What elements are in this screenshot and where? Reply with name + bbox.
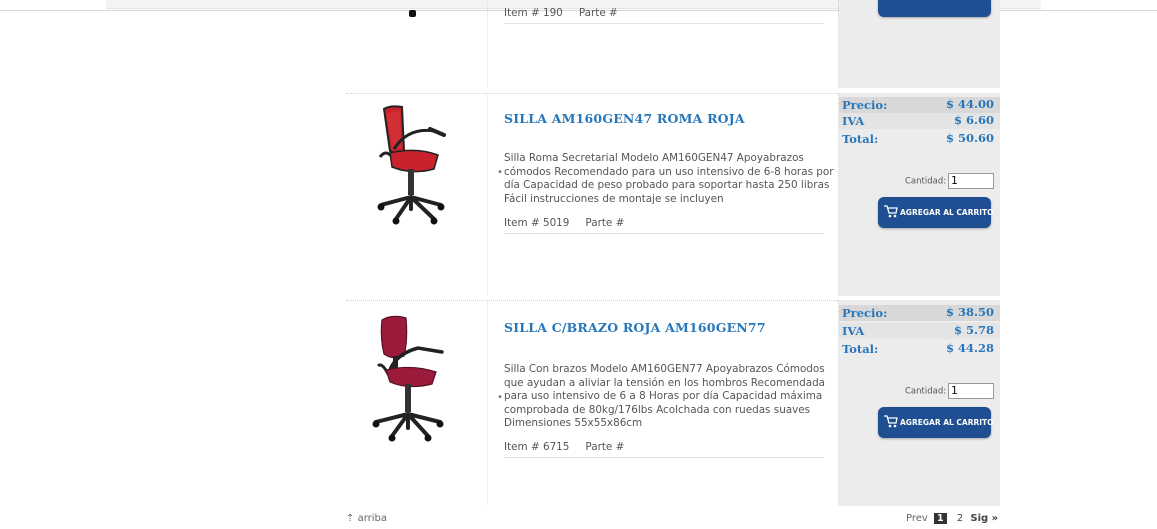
total-row: Total: $ 44.28 xyxy=(839,341,1000,357)
product-description: • Silla Roma Secretarial Modelo AM160GEN… xyxy=(497,152,834,206)
price-label: Precio: xyxy=(842,306,888,320)
add-to-cart-button[interactable] xyxy=(878,0,991,17)
prev-page-link[interactable]: Prev xyxy=(906,513,928,524)
iva-label: IVA xyxy=(842,324,865,338)
column-divider xyxy=(487,300,488,506)
item-number: Item # 190 xyxy=(504,7,563,19)
iva-value: $ 5.78 xyxy=(953,323,994,337)
item-meta: Item # 190 Parte # xyxy=(504,7,824,24)
item-number: Item # 5019 xyxy=(504,217,570,229)
quantity-input[interactable] xyxy=(948,173,995,189)
office-chair-image-maroon xyxy=(372,315,444,442)
page-2-link[interactable]: 2 xyxy=(957,513,963,524)
product-title[interactable]: SILLA C/BRAZO ROJA AM160GEN77 xyxy=(504,320,766,335)
price-panel: Precio: $ 44.00 IVA $ 6.60 Total: $ 50.6… xyxy=(839,93,1000,296)
iva-row: IVA $ 5.78 xyxy=(839,323,1000,339)
price-value: $ 38.50 xyxy=(945,305,994,319)
add-to-cart-label: AGREGAR AL CARRITO xyxy=(900,418,994,427)
iva-value: $ 6.60 xyxy=(953,113,994,127)
product-row-am160gen47: SILLA AM160GEN47 ROMA ROJA • Silla Roma … xyxy=(346,93,1000,296)
product-description: • Silla Con brazos Modelo AM160GEN77 Apo… xyxy=(497,363,826,431)
desc-line: Dimensiones 55x55x86cm xyxy=(504,417,643,430)
quantity-label: Cantidad: xyxy=(905,386,947,397)
price-row: Precio: $ 38.50 xyxy=(839,305,1000,321)
add-to-cart-button[interactable]: AGREGAR AL CARRITO xyxy=(878,407,994,438)
quantity-group: Cantidad: xyxy=(905,173,995,189)
item-meta: Item # 6715 Parte # xyxy=(504,441,824,458)
product-image[interactable] xyxy=(346,300,487,506)
desc-line: comprobada de 80kg/176lbs Acolchada con … xyxy=(504,403,811,416)
bullet: • xyxy=(497,167,503,178)
desc-line: día Capacidad de peso probado para sopor… xyxy=(504,179,830,192)
price-row: Precio: $ 44.00 xyxy=(839,97,1000,113)
add-to-cart-button[interactable]: AGREGAR AL CARRITO xyxy=(878,197,994,228)
quantity-group: Cantidad: xyxy=(905,383,995,399)
item-number: Item # 6715 xyxy=(504,441,570,453)
bullet: • xyxy=(497,392,503,403)
column-divider xyxy=(487,93,488,296)
column-divider xyxy=(487,0,488,88)
desc-line: cómodos Recomendado para un uso intensiv… xyxy=(504,165,834,178)
product-row-item-190: Item # 190 Parte # xyxy=(346,0,1000,88)
add-to-cart-label: AGREGAR AL CARRITO xyxy=(900,208,994,217)
price-label: Precio: xyxy=(842,98,888,112)
quantity-label: Cantidad: xyxy=(905,176,947,187)
item-meta: Item # 5019 Parte # xyxy=(504,217,824,234)
iva-label: IVA xyxy=(842,114,865,128)
current-page: 1 xyxy=(934,513,947,524)
total-row: Total: $ 50.60 xyxy=(839,131,1000,147)
office-chair-image-red xyxy=(377,105,446,225)
up-arrow-icon: ⇡ xyxy=(346,513,355,524)
total-label: Total: xyxy=(842,132,879,146)
iva-row: IVA $ 6.60 xyxy=(839,113,1000,129)
total-label: Total: xyxy=(842,342,879,356)
next-page-link[interactable]: Sig » xyxy=(970,513,998,524)
shopping-cart-icon xyxy=(884,205,898,218)
chair-caster-icon xyxy=(409,10,416,17)
pagination: Prev 1 2 Sig » xyxy=(906,513,998,524)
desc-line: Silla Roma Secretarial Modelo AM160GEN47… xyxy=(504,152,804,164)
product-image[interactable] xyxy=(346,0,487,88)
back-to-top-link[interactable]: ⇡ arriba xyxy=(346,513,387,524)
back-to-top-label: arriba xyxy=(357,513,388,524)
part-number: Parte # xyxy=(585,217,625,229)
part-number: Parte # xyxy=(578,7,618,19)
product-row-am160gen77: SILLA C/BRAZO ROJA AM160GEN77 • Silla Co… xyxy=(346,300,1000,506)
price-panel: Precio: $ 38.50 IVA $ 5.78 Total: $ 44.2… xyxy=(839,300,1000,506)
desc-line: que ayudan a aliviar la tensión en los h… xyxy=(504,376,826,389)
total-value: $ 44.28 xyxy=(945,341,994,355)
product-image[interactable] xyxy=(346,93,487,296)
desc-line: Silla Con brazos Modelo AM160GEN77 Apoya… xyxy=(504,363,825,375)
desc-line: para uso intensivo de 6 a 8 Horas por dí… xyxy=(504,390,823,403)
product-title[interactable]: SILLA AM160GEN47 ROMA ROJA xyxy=(504,111,745,126)
price-panel xyxy=(839,0,1000,88)
shopping-cart-icon xyxy=(884,415,898,428)
quantity-input[interactable] xyxy=(948,383,995,399)
total-value: $ 50.60 xyxy=(945,131,994,145)
price-value: $ 44.00 xyxy=(945,97,994,111)
part-number: Parte # xyxy=(585,441,625,453)
desc-line: Fácil instrucciones de montaje se incluy… xyxy=(504,192,724,205)
